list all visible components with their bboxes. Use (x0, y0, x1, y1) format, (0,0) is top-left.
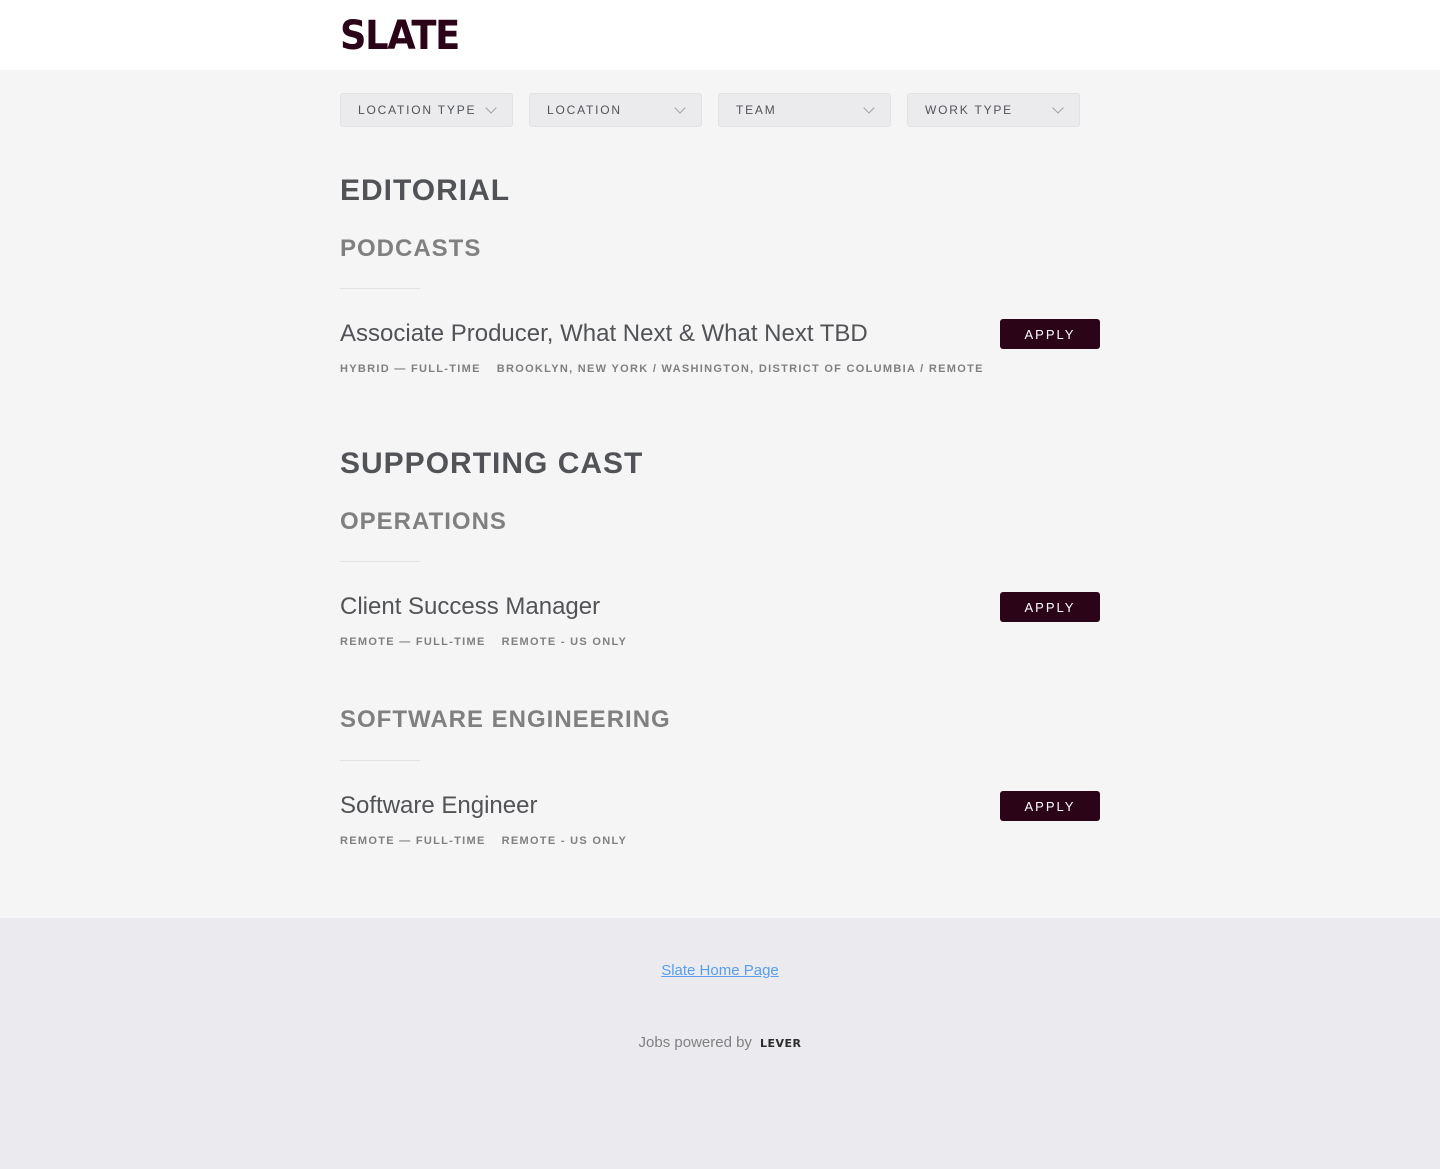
posting-commitment: REMOTE — FULL-TIME (340, 636, 486, 648)
posting-location: REMOTE - US ONLY (501, 636, 628, 648)
slate-logo[interactable]: SLATE (340, 13, 469, 59)
filter-label: LOCATION TYPE (358, 103, 477, 117)
posting-commitment: REMOTE — FULL-TIME (340, 835, 486, 847)
posting-categories: REMOTE — FULL-TIME REMOTE - US ONLY (340, 835, 1100, 847)
group-title: SUPPORTING CAST (340, 447, 644, 480)
team-title: PODCASTS (340, 235, 482, 262)
apply-button[interactable]: APPLY (1000, 791, 1100, 821)
posting-commitment: HYBRID — FULL-TIME (340, 363, 481, 375)
powered-by-text: Jobs powered by (638, 1034, 752, 1051)
posting-location: REMOTE - US ONLY (501, 835, 628, 847)
chevron-down-icon (674, 102, 686, 114)
job-posting: Client Success Manager REMOTE — FULL-TIM… (340, 592, 1100, 652)
filter-location[interactable]: LOCATION (529, 93, 702, 127)
filter-label: TEAM (736, 103, 777, 117)
filter-location-type[interactable]: LOCATION TYPE (340, 93, 513, 127)
posting-categories: REMOTE — FULL-TIME REMOTE - US ONLY (340, 636, 1100, 648)
apply-button[interactable]: APPLY (1000, 592, 1100, 622)
apply-button[interactable]: APPLY (1000, 319, 1100, 349)
filter-work-type[interactable]: WORK TYPE (907, 93, 1080, 127)
filter-team[interactable]: TEAM (718, 93, 891, 127)
filter-bar: LOCATION TYPE LOCATION TEAM WORK TYPE (340, 93, 1100, 127)
posting-title[interactable]: Client Success Manager (340, 592, 1100, 622)
postings-group-supporting-cast: SUPPORTING CAST OPERATIONS Client Succes… (340, 444, 1100, 851)
filter-label: LOCATION (547, 103, 622, 117)
site-header: SLATE (0, 0, 1440, 70)
chevron-down-icon (863, 102, 875, 114)
powered-by: Jobs powered by LEVER (0, 1034, 1440, 1051)
postings-wrapper: LOCATION TYPE LOCATION TEAM WORK TYPE ED… (340, 70, 1100, 918)
slate-logo-text: SLATE (340, 13, 460, 59)
posting-title[interactable]: Associate Producer, What Next & What Nex… (340, 319, 1100, 349)
chevron-down-icon (1052, 102, 1064, 114)
posting-title[interactable]: Software Engineer (340, 791, 1100, 821)
team-title: SOFTWARE ENGINEERING (340, 706, 671, 733)
filter-label: WORK TYPE (925, 103, 1013, 117)
job-posting: Software Engineer REMOTE — FULL-TIME REM… (340, 791, 1100, 851)
group-title: EDITORIAL (340, 174, 511, 207)
posting-location: BROOKLYN, NEW YORK / WASHINGTON, DISTRIC… (496, 363, 984, 375)
lever-logo[interactable]: LEVER (760, 1037, 802, 1050)
posting-categories: HYBRID — FULL-TIME BROOKLYN, NEW YORK / … (340, 363, 1100, 375)
job-posting: Associate Producer, What Next & What Nex… (340, 319, 1100, 379)
slate-home-page-link[interactable]: Slate Home Page (661, 962, 779, 979)
chevron-down-icon (485, 102, 497, 114)
team-title: OPERATIONS (340, 508, 507, 535)
postings-group-editorial: EDITORIAL PODCASTS Associate Producer, W… (340, 171, 1100, 379)
home-link-wrapper: Slate Home Page (0, 962, 1440, 980)
